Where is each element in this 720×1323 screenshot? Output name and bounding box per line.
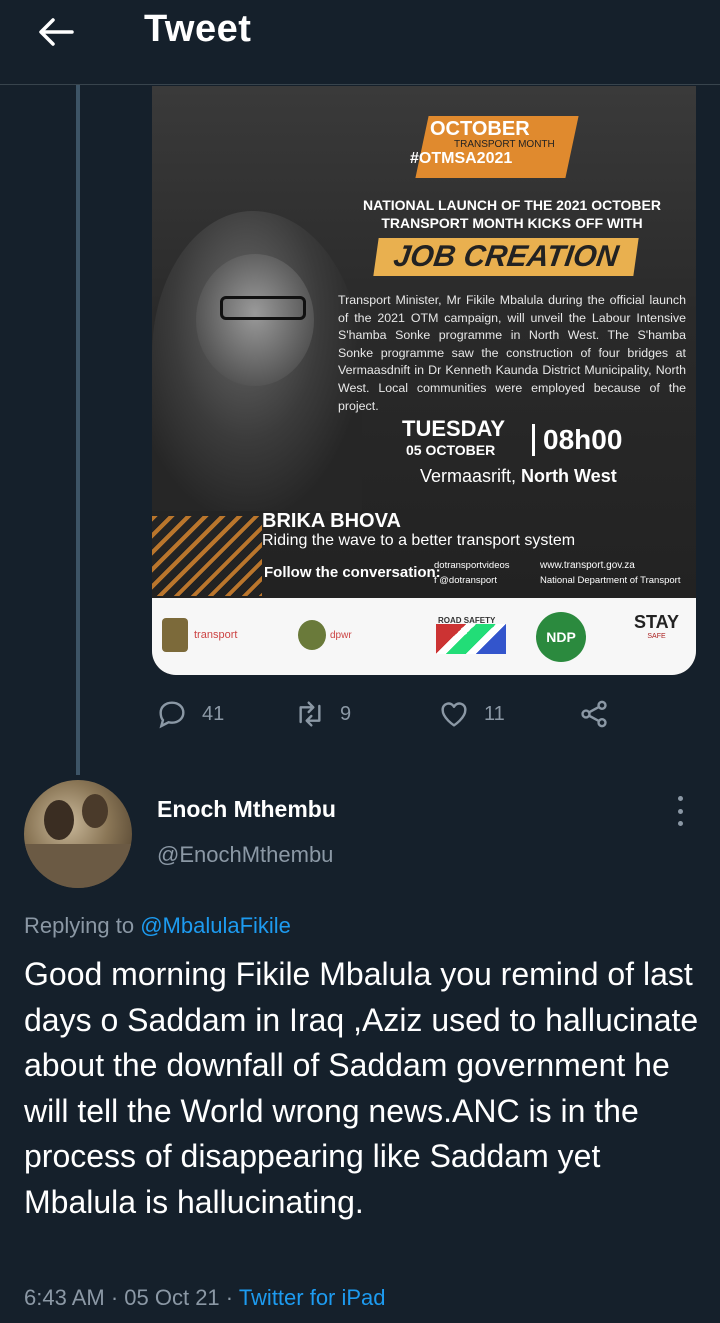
job-creation-banner: JOB CREATION xyxy=(373,238,639,276)
avatar[interactable] xyxy=(24,780,132,888)
share-button[interactable] xyxy=(578,694,624,734)
website-url: www.transport.gov.za xyxy=(540,560,635,571)
tweet-metadata: 6:43 AM · 05 Oct 21 · Twitter for iPad xyxy=(24,1285,386,1311)
more-options-button[interactable] xyxy=(664,796,696,826)
coat-of-arms-icon xyxy=(162,618,188,652)
youtube-handle: dotransportvideos xyxy=(434,560,510,571)
tweet-source-link[interactable]: Twitter for iPad xyxy=(239,1285,386,1310)
event-venue: Vermaasrift, North West xyxy=(420,466,617,487)
linkedin-name: National Department of Transport xyxy=(540,575,681,586)
retweet-button[interactable]: 9 xyxy=(294,694,351,734)
road-safety-logo xyxy=(436,624,506,654)
otm-title: OCTOBER xyxy=(430,118,530,140)
follow-label: Follow the conversation: xyxy=(264,564,441,581)
top-bar: Tweet xyxy=(0,0,720,85)
page-title: Tweet xyxy=(144,8,252,50)
tweet-text: Good morning Fikile Mbalula you remind o… xyxy=(24,956,699,1220)
tweet-timestamp: 6:43 AM · 05 Oct 21 · xyxy=(24,1285,239,1310)
poster-headline: NATIONAL LAUNCH OF THE 2021 OCTOBER TRAN… xyxy=(363,197,661,231)
mention-link[interactable]: @MbalulaFikile xyxy=(140,913,291,938)
venue-province: North West xyxy=(521,466,617,486)
heart-icon xyxy=(441,702,467,727)
thread-connector xyxy=(76,85,80,775)
reply-count: 41 xyxy=(202,702,225,725)
more-vertical-icon xyxy=(677,796,683,801)
back-button[interactable] xyxy=(32,10,80,54)
ndp-logo: NDP xyxy=(536,612,586,662)
arrow-left-icon xyxy=(39,18,74,46)
tweet-actions: 41 9 11 xyxy=(152,694,672,734)
display-name[interactable]: Enoch Mthembu xyxy=(157,796,336,823)
event-day: TUESDAY xyxy=(402,416,506,441)
share-icon xyxy=(581,700,607,728)
retweet-icon xyxy=(299,701,321,727)
replying-prefix: Replying to xyxy=(24,913,141,938)
otm-subtitle: TRANSPORT MONTH xyxy=(454,139,555,150)
transport-logo: transport xyxy=(162,612,237,658)
poster-background: OCTOBER TRANSPORT MONTH #OTMSA2021 NATIO… xyxy=(152,86,696,598)
replying-to: Replying to @MbalulaFikile xyxy=(24,913,291,939)
minister-face xyxy=(196,254,314,386)
dpwr-logo: dpwr xyxy=(298,612,352,658)
like-button[interactable]: 11 xyxy=(438,694,505,734)
decorative-stripes xyxy=(152,516,262,596)
event-date: 05 OCTOBER xyxy=(406,442,496,458)
logo-strip: transport dpwr ROAD SAFETY NDP STAY SAFE xyxy=(152,598,696,675)
tagline: Riding the wave to a better transport sy… xyxy=(262,532,576,549)
provincial-crest-icon xyxy=(298,620,326,650)
retweet-count: 9 xyxy=(340,702,352,725)
user-handle[interactable]: @EnochMthembu xyxy=(157,842,333,868)
reply-button[interactable]: 41 xyxy=(156,694,224,734)
otm-hashtag: #OTMSA2021 xyxy=(410,150,513,167)
stay-safe-logo: STAY SAFE xyxy=(634,612,680,640)
twitter-handle: f @dotransport xyxy=(434,575,497,586)
venue-town: Vermaasrift, xyxy=(420,466,522,486)
brika-bhova: BRIKA BHOVA xyxy=(262,510,401,532)
tweet-image[interactable]: OCTOBER TRANSPORT MONTH #OTMSA2021 NATIO… xyxy=(152,86,696,675)
like-count: 11 xyxy=(484,702,505,725)
poster-body: Transport Minister, Mr Fikile Mbalula du… xyxy=(338,293,686,413)
glasses-graphic xyxy=(220,296,306,320)
reply-icon xyxy=(159,701,185,729)
event-time: 08h00 xyxy=(532,424,622,456)
